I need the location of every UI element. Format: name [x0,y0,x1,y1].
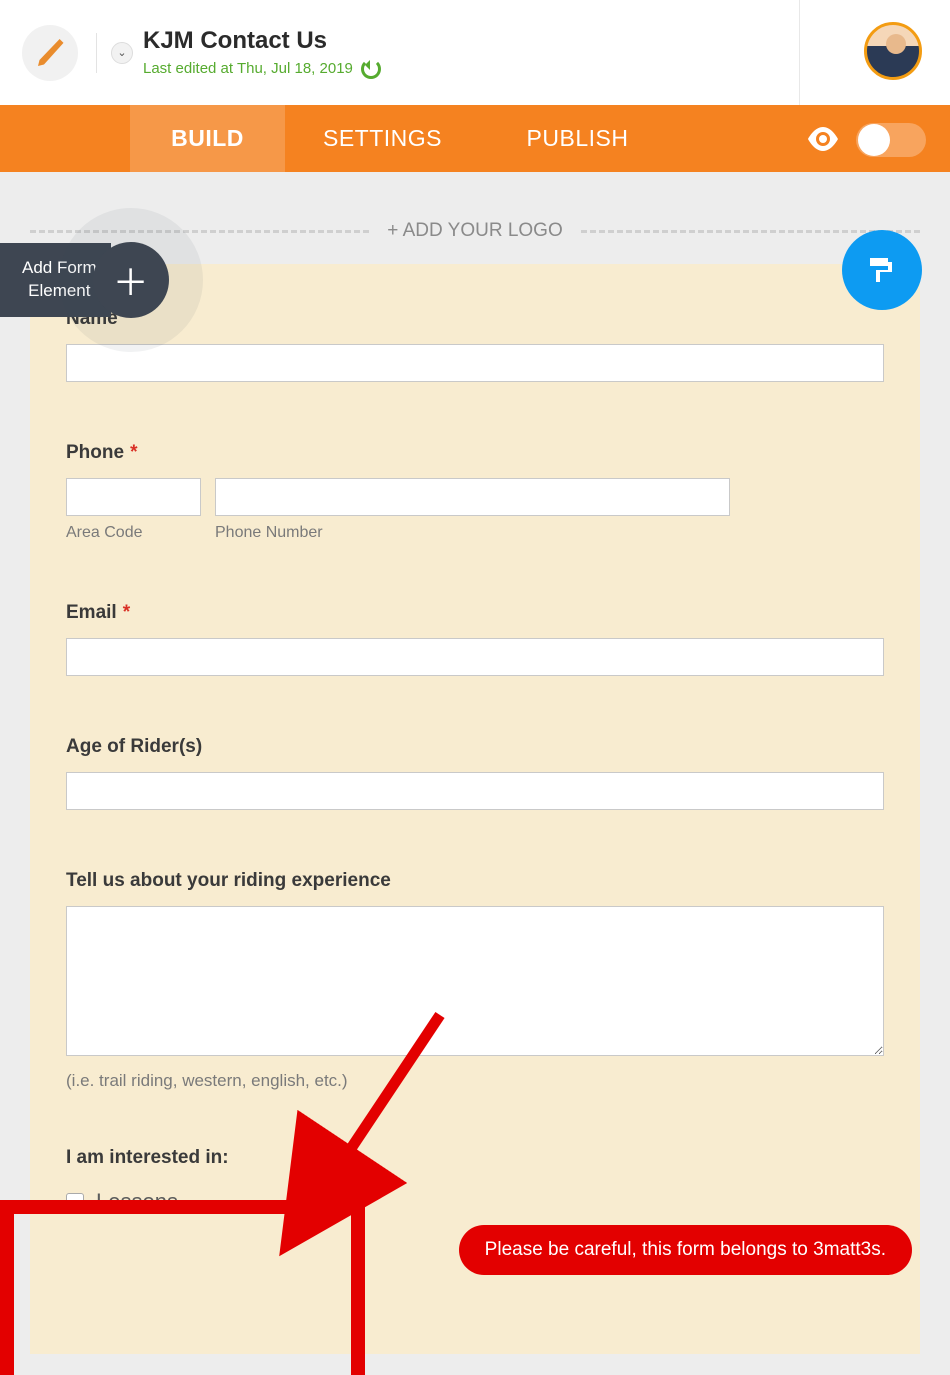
tab-build[interactable]: BUILD [130,105,285,172]
tab-publish[interactable]: PUBLISH [480,105,675,172]
revert-icon[interactable] [361,59,381,79]
checkbox-icon [66,1193,84,1211]
form-title: KJM Contact Us [143,27,381,55]
field-age: Age of Rider(s) [66,736,884,810]
app-header: ⌄ KJM Contact Us Last edited at Thu, Jul… [0,0,950,105]
title-block: KJM Contact Us Last edited at Thu, Jul 1… [143,27,381,79]
spacer [66,1101,884,1147]
form-switcher-button[interactable]: ⌄ [111,42,133,64]
header-divider-right [799,0,800,105]
age-label: Age of Rider(s) [66,736,884,758]
field-email: Email * [66,602,884,676]
form-enable-toggle[interactable] [856,123,926,157]
field-name: Name* [66,308,884,382]
required-asterisk: * [123,602,130,623]
pencil-icon [35,38,65,68]
user-avatar[interactable] [864,22,922,80]
area-code-input[interactable] [66,478,201,516]
form-body: Name* Phone * Area Code Phone Number Emai… [30,264,920,1354]
phone-label-text: Phone [66,442,124,463]
required-asterisk: * [130,442,137,463]
dash-left [30,230,369,233]
tab-settings[interactable]: SETTINGS [285,105,480,172]
email-input[interactable] [66,638,884,676]
experience-hint: (i.e. trail riding, western, english, et… [66,1071,884,1091]
field-interested: I am interested in: Lessons [66,1147,884,1215]
experience-label: Tell us about your riding experience [66,870,884,892]
annotation-arrow [310,1015,470,1220]
add-logo-button[interactable]: + ADD YOUR LOGO [369,220,580,242]
name-label: Name* [66,308,884,330]
ownership-warning: Please be careful, this form belongs to … [459,1225,912,1275]
field-experience: Tell us about your riding experience (i.… [66,870,884,1091]
area-code-sub-label: Area Code [66,524,201,542]
phone-label: Phone * [66,442,884,464]
area-code-col: Area Code [66,478,201,542]
age-input[interactable] [66,772,884,810]
main-tabs: BUILD SETTINGS PUBLISH [0,105,950,172]
experience-textarea[interactable] [66,906,884,1056]
last-edited-row: Last edited at Thu, Jul 18, 2019 [143,59,381,79]
form-canvas: + ADD YOUR LOGO Add Form Element ＋ Name*… [0,172,950,1354]
toggle-knob [858,124,890,156]
name-input[interactable] [66,344,884,382]
chevron-down-icon: ⌄ [117,46,126,59]
form-designer-button[interactable] [842,230,922,310]
add-form-element-button[interactable]: ＋ [93,242,169,318]
email-label-text: Email [66,602,117,623]
interested-label: I am interested in: [66,1147,884,1169]
paint-roller-icon [864,252,900,288]
plus-icon: ＋ [113,254,149,306]
phone-number-input[interactable] [215,478,730,516]
checkbox-row-lessons[interactable]: Lessons [66,1189,884,1215]
add-form-element-group: Add Form Element ＋ [0,242,169,318]
phone-number-col: Phone Number [215,478,730,542]
field-phone: Phone * Area Code Phone Number [66,442,884,542]
add-form-element-line2: Element [28,281,90,300]
checkbox-label: Lessons [96,1189,178,1215]
email-label: Email * [66,602,884,624]
phone-row: Area Code Phone Number [66,478,884,542]
phone-number-sub-label: Phone Number [215,524,730,542]
preview-button[interactable] [806,127,840,156]
last-edited-text: Last edited at Thu, Jul 18, 2019 [143,60,353,77]
app-logo [22,25,78,81]
add-form-element-line1: Add Form [22,258,97,277]
header-divider [96,33,97,73]
